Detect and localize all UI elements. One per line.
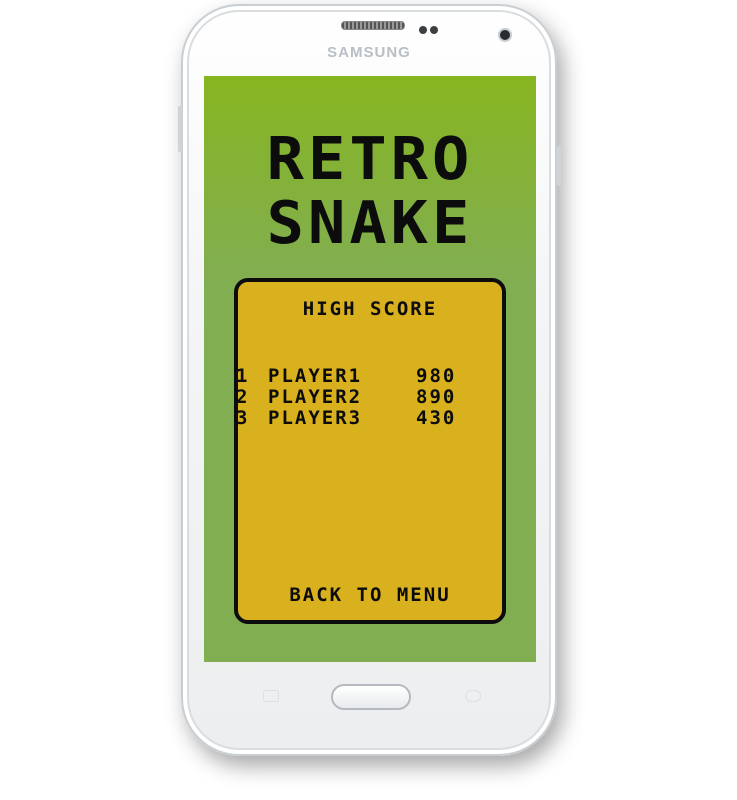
brand-logo: SAMSUNG: [327, 44, 411, 61]
back-key-icon[interactable]: [465, 690, 481, 702]
panel-heading: HIGH SCORE: [302, 298, 438, 320]
stage: SAMSUNG RETRO SNAKE HIGH SCORE 1 PLAYER1…: [0, 0, 737, 800]
back-to-menu-button[interactable]: BACK TO MENU: [238, 584, 502, 606]
recent-apps-key-icon[interactable]: [263, 690, 279, 702]
player-name: PLAYER3: [268, 407, 363, 429]
game-title-line2: SNAKE: [266, 187, 474, 258]
player-score: 890: [416, 386, 457, 408]
game-screen: RETRO SNAKE HIGH SCORE 1 PLAYER1 980 2 P…: [204, 76, 536, 662]
proximity-sensor-icon: [430, 26, 438, 34]
score-rank: 2: [236, 386, 250, 408]
list-item: 3 PLAYER3 430: [236, 407, 502, 429]
high-score-panel: HIGH SCORE 1 PLAYER1 980 2 PLAYER2 890 3…: [234, 278, 506, 624]
proximity-sensor-icon: [419, 26, 427, 34]
player-score: 430: [416, 407, 457, 429]
score-rank: 1: [236, 365, 250, 387]
score-list: 1 PLAYER1 980 2 PLAYER2 890 3 PLAYER3 43…: [236, 365, 502, 429]
speaker-grille-icon: [341, 21, 405, 30]
power-button: [557, 146, 561, 186]
list-item: 2 PLAYER2 890: [236, 386, 502, 408]
score-rank: 3: [236, 407, 250, 429]
volume-button: [178, 106, 182, 152]
home-button-icon[interactable]: [331, 684, 411, 710]
game-title-line1: RETRO: [266, 123, 474, 194]
player-score: 980: [416, 365, 457, 387]
player-name: PLAYER2: [268, 386, 363, 408]
list-item: 1 PLAYER1 980: [236, 365, 502, 387]
front-camera-icon: [500, 30, 510, 40]
player-name: PLAYER1: [268, 365, 363, 387]
